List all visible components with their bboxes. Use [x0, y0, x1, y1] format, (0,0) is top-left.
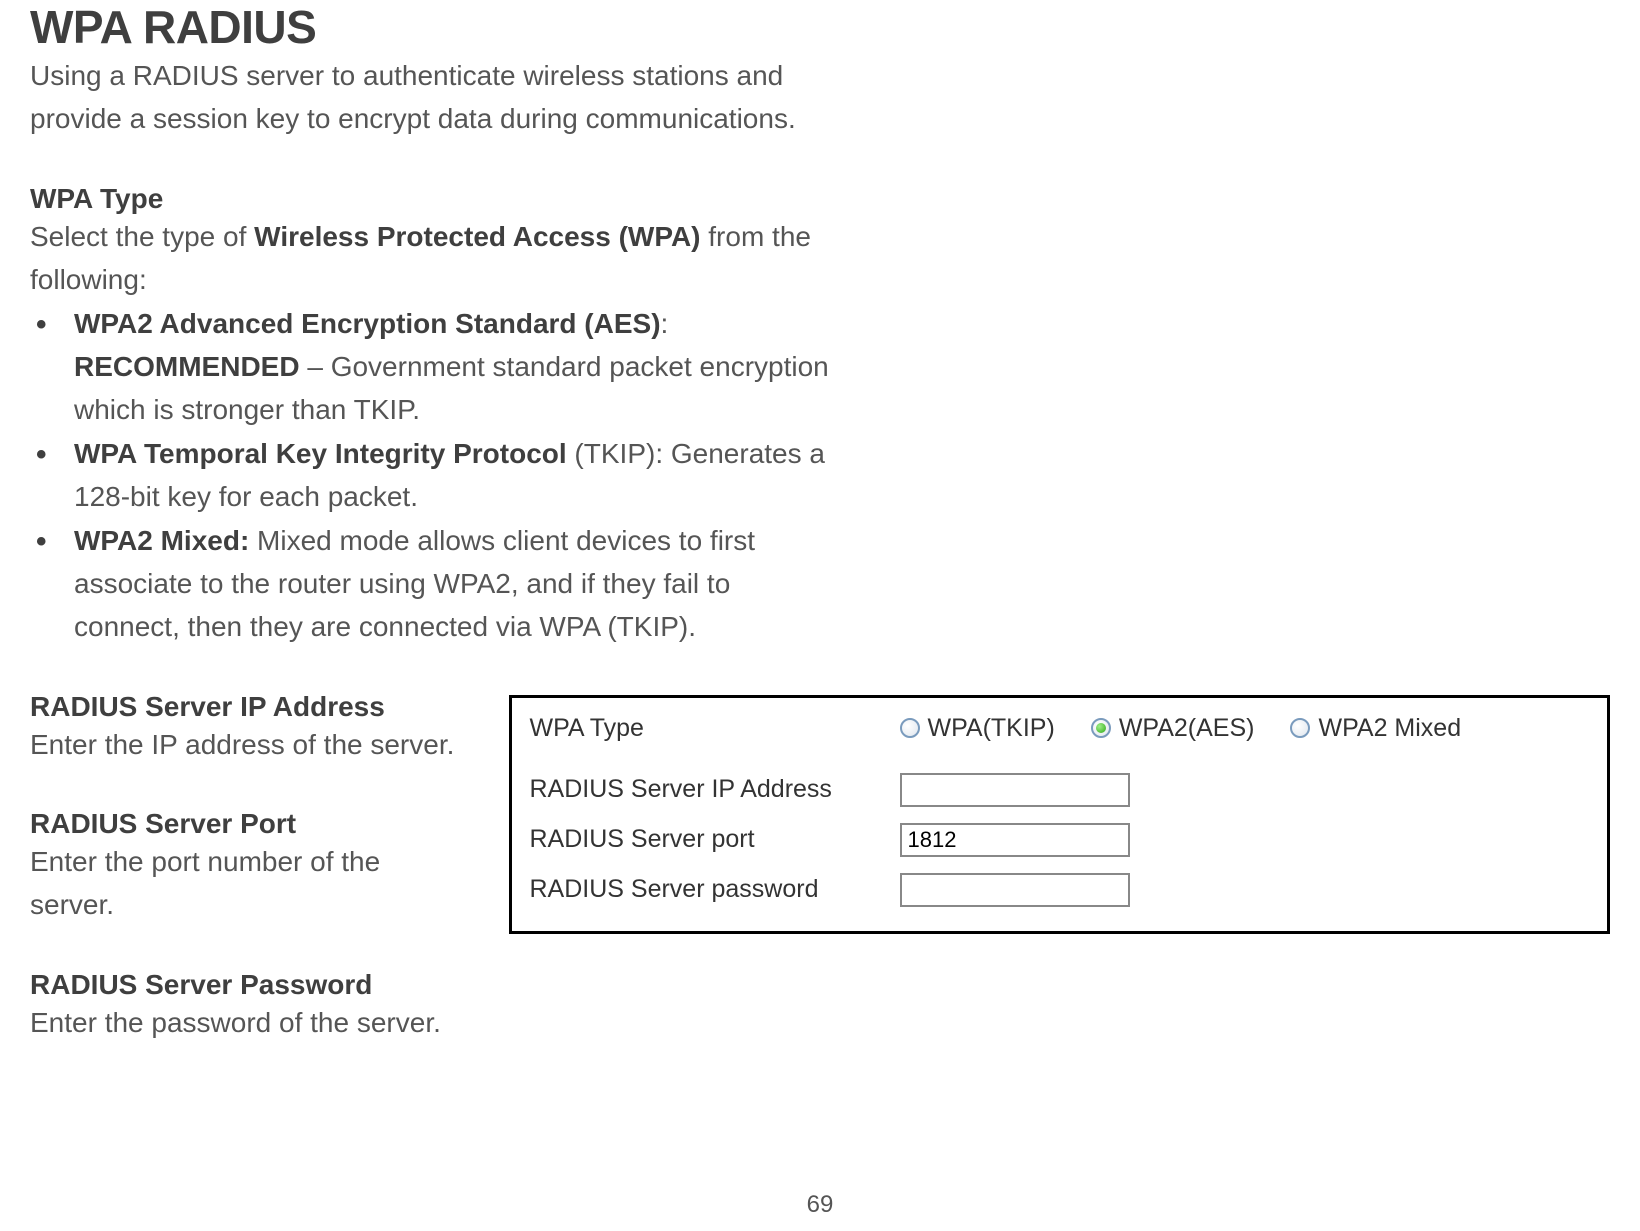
list-item-text-2: – Government standard packet encryption [300, 351, 829, 382]
radio-label: WPA2 Mixed [1318, 714, 1461, 743]
wpa-tkip-radio[interactable]: WPA(TKIP) [900, 714, 1055, 743]
radio-icon [1290, 718, 1310, 738]
list-item-text-2: associate to the router using WPA2, and … [74, 568, 730, 599]
list-item-text: Mixed mode allows client devices to firs… [249, 525, 755, 556]
wpa-type-lead: Select the type of Wireless Protected Ac… [30, 215, 830, 302]
intro-line-1: Using a RADIUS server to authenticate wi… [30, 60, 783, 91]
wpa-type-lead-bold: Wireless Protected Access (WPA) [254, 221, 700, 252]
intro-paragraph: Using a RADIUS server to authenticate wi… [30, 54, 830, 141]
list-item-text-3: which is stronger than TKIP. [74, 394, 420, 425]
list-item-bold: WPA2 Advanced Encryption Standard (AES) [74, 308, 661, 339]
wpa-type-lead-l2: following: [30, 264, 147, 295]
radius-port-field-label: RADIUS Server port [530, 825, 900, 854]
radius-port-input[interactable] [900, 823, 1130, 857]
wpa-type-lead-post: from the [701, 221, 811, 252]
intro-line-2: provide a session key to encrypt data du… [30, 103, 796, 134]
radius-ip-desc: Enter the IP address of the server. [30, 723, 469, 766]
radius-ip-input[interactable] [900, 773, 1130, 807]
list-item-bold: WPA Temporal Key Integrity Protocol [74, 438, 567, 469]
list-item-bold: WPA2 Mixed: [74, 525, 249, 556]
list-item: WPA2 Mixed: Mixed mode allows client dev… [30, 519, 850, 649]
wpa2-mixed-radio[interactable]: WPA2 Mixed [1290, 714, 1461, 743]
page-title: WPA RADIUS [30, 0, 1610, 54]
wpa-type-field-label: WPA Type [530, 714, 900, 743]
list-item-text-2: 128-bit key for each packet. [74, 481, 418, 512]
radius-port-desc: Enter the port number of the server. [30, 840, 469, 927]
radius-password-field-label: RADIUS Server password [530, 875, 900, 904]
radio-label: WPA2(AES) [1119, 714, 1255, 743]
wpa-type-lead-pre: Select the type of [30, 221, 254, 252]
list-item-text-3: connect, then they are connected via WPA… [74, 611, 696, 642]
wpa-type-list: WPA2 Advanced Encryption Standard (AES):… [30, 302, 1610, 649]
radius-password-heading: RADIUS Server Password [30, 969, 469, 1001]
radius-ip-field-label: RADIUS Server IP Address [530, 775, 900, 804]
list-item-text: (TKIP): Generates a [567, 438, 825, 469]
config-panel: WPA Type WPA(TKIP) WPA2(AES) WPA2 Mixed [509, 695, 1611, 934]
radius-ip-heading: RADIUS Server IP Address [30, 691, 469, 723]
radius-password-desc: Enter the password of the server. [30, 1001, 469, 1044]
radio-label: WPA(TKIP) [928, 714, 1055, 743]
wpa-type-radio-group: WPA(TKIP) WPA2(AES) WPA2 Mixed [900, 714, 1462, 743]
list-item-text: : [661, 308, 669, 339]
radius-port-heading: RADIUS Server Port [30, 808, 469, 840]
list-item-bold-2: RECOMMENDED [74, 351, 300, 382]
list-item: WPA Temporal Key Integrity Protocol (TKI… [30, 432, 850, 519]
wpa-type-heading: WPA Type [30, 183, 1610, 215]
wpa2-aes-radio[interactable]: WPA2(AES) [1091, 714, 1255, 743]
radio-icon [1091, 718, 1111, 738]
list-item: WPA2 Advanced Encryption Standard (AES):… [30, 302, 850, 432]
radius-password-input[interactable] [900, 873, 1130, 907]
radio-icon [900, 718, 920, 738]
page-number: 69 [0, 1191, 1640, 1219]
